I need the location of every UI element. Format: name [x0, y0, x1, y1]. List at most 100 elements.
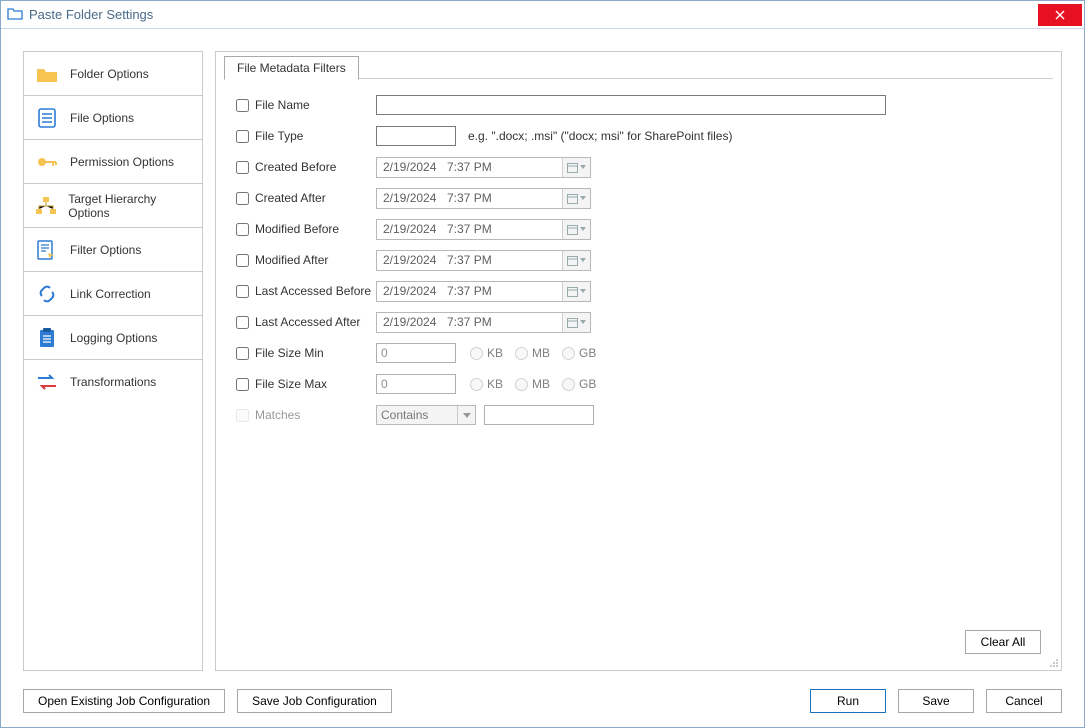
run-button[interactable]: Run	[810, 689, 886, 713]
created-before-checkbox[interactable]: Created Before	[236, 160, 376, 174]
folder-filled-icon	[34, 65, 60, 83]
file-type-checkbox[interactable]: File Type	[236, 129, 376, 143]
sidebar-item-label: Link Correction	[70, 287, 151, 301]
size-max-mb[interactable]: MB	[515, 377, 550, 391]
time-value: 7:37 PM	[447, 191, 562, 205]
last-accessed-before-checkbox[interactable]: Last Accessed Before	[236, 284, 376, 298]
resize-grip-icon[interactable]	[1047, 656, 1059, 668]
folder-icon	[7, 6, 23, 23]
last-accessed-after-label: Last Accessed After	[255, 315, 360, 329]
calendar-icon[interactable]	[562, 251, 590, 270]
calendar-icon[interactable]	[562, 313, 590, 332]
modified-after-checkbox[interactable]: Modified After	[236, 253, 376, 267]
file-type-input[interactable]	[376, 126, 456, 146]
document-icon	[34, 108, 60, 128]
created-before-check[interactable]	[236, 161, 249, 174]
size-min-mb[interactable]: MB	[515, 346, 550, 360]
size-max-gb[interactable]: GB	[562, 377, 596, 391]
created-after-datepicker[interactable]: 2/19/2024 7:37 PM	[376, 188, 591, 209]
sidebar-item-permission-options[interactable]: Permission Options	[24, 140, 202, 184]
created-after-check[interactable]	[236, 192, 249, 205]
size-max-kb[interactable]: KB	[470, 377, 503, 391]
last-accessed-after-check[interactable]	[236, 316, 249, 329]
sidebar-item-transformations[interactable]: Transformations	[24, 360, 202, 404]
file-size-max-checkbox[interactable]: File Size Max	[236, 377, 376, 391]
sidebar: Folder Options File Options Permission O…	[23, 51, 203, 671]
time-value: 7:37 PM	[447, 222, 562, 236]
radio-label: KB	[487, 377, 503, 391]
last-accessed-before-check[interactable]	[236, 285, 249, 298]
sidebar-item-file-options[interactable]: File Options	[24, 96, 202, 140]
matches-check	[236, 409, 249, 422]
close-button[interactable]	[1038, 4, 1082, 26]
sidebar-item-filter-options[interactable]: Filter Options	[24, 228, 202, 272]
time-value: 7:37 PM	[447, 253, 562, 267]
modified-before-checkbox[interactable]: Modified Before	[236, 222, 376, 236]
chevron-down-icon	[580, 165, 586, 169]
window-title: Paste Folder Settings	[29, 7, 153, 22]
open-existing-job-config-button[interactable]: Open Existing Job Configuration	[23, 689, 225, 713]
clipboard-icon	[34, 328, 60, 348]
sidebar-item-logging-options[interactable]: Logging Options	[24, 316, 202, 360]
last-accessed-before-label: Last Accessed Before	[255, 284, 371, 298]
sidebar-item-link-correction[interactable]: Link Correction	[24, 272, 202, 316]
tab-file-metadata-filters[interactable]: File Metadata Filters	[224, 56, 359, 80]
size-min-gb[interactable]: GB	[562, 346, 596, 360]
file-size-min-unit: KB MB GB	[470, 346, 596, 360]
size-min-kb[interactable]: KB	[470, 346, 503, 360]
date-value: 2/19/2024	[377, 160, 447, 174]
created-after-checkbox[interactable]: Created After	[236, 191, 376, 205]
file-type-label: File Type	[255, 129, 303, 143]
button-label: Open Existing Job Configuration	[38, 694, 210, 708]
save-job-config-button[interactable]: Save Job Configuration	[237, 689, 392, 713]
file-name-check[interactable]	[236, 99, 249, 112]
file-size-min-input[interactable]	[376, 343, 456, 363]
file-name-input[interactable]	[376, 95, 886, 115]
button-label: Save	[922, 694, 949, 708]
time-value: 7:37 PM	[447, 315, 562, 329]
last-accessed-after-checkbox[interactable]: Last Accessed After	[236, 315, 376, 329]
footer: Open Existing Job Configuration Save Job…	[1, 681, 1084, 727]
file-size-min-checkbox[interactable]: File Size Min	[236, 346, 376, 360]
sidebar-item-folder-options[interactable]: Folder Options	[24, 52, 202, 96]
date-value: 2/19/2024	[377, 191, 447, 205]
modified-after-label: Modified After	[255, 253, 328, 267]
modified-before-datepicker[interactable]: 2/19/2024 7:37 PM	[376, 219, 591, 240]
cancel-button[interactable]: Cancel	[986, 689, 1062, 713]
matches-mode-value: Contains	[381, 408, 428, 422]
modified-after-check[interactable]	[236, 254, 249, 267]
filters-form: File Name File Type e.g. ".docx; .msi" (…	[236, 92, 1041, 428]
file-size-min-check[interactable]	[236, 347, 249, 360]
sidebar-item-label: Logging Options	[70, 331, 157, 345]
button-label: Save Job Configuration	[252, 694, 377, 708]
clear-all-button[interactable]: Clear All	[965, 630, 1041, 654]
file-size-max-check[interactable]	[236, 378, 249, 391]
calendar-icon[interactable]	[562, 282, 590, 301]
time-value: 7:37 PM	[447, 284, 562, 298]
sidebar-item-label: Permission Options	[70, 155, 174, 169]
last-accessed-after-datepicker[interactable]: 2/19/2024 7:37 PM	[376, 312, 591, 333]
last-accessed-before-datepicker[interactable]: 2/19/2024 7:37 PM	[376, 281, 591, 302]
sidebar-item-label: File Options	[70, 111, 134, 125]
date-value: 2/19/2024	[377, 222, 447, 236]
calendar-icon[interactable]	[562, 158, 590, 177]
sidebar-item-label: Transformations	[70, 375, 156, 389]
matches-mode-select[interactable]: Contains	[376, 405, 476, 425]
chevron-down-icon	[457, 406, 475, 424]
calendar-icon[interactable]	[562, 220, 590, 239]
modified-after-datepicker[interactable]: 2/19/2024 7:37 PM	[376, 250, 591, 271]
matches-value-input[interactable]	[484, 405, 594, 425]
file-size-max-input[interactable]	[376, 374, 456, 394]
calendar-icon[interactable]	[562, 189, 590, 208]
modified-before-check[interactable]	[236, 223, 249, 236]
button-label: Run	[837, 694, 859, 708]
filter-document-icon	[34, 240, 60, 260]
created-before-datepicker[interactable]: 2/19/2024 7:37 PM	[376, 157, 591, 178]
file-type-check[interactable]	[236, 130, 249, 143]
file-name-label: File Name	[255, 98, 310, 112]
save-button[interactable]: Save	[898, 689, 974, 713]
file-name-checkbox[interactable]: File Name	[236, 98, 376, 112]
radio-label: GB	[579, 346, 596, 360]
sidebar-item-target-hierarchy-options[interactable]: Target Hierarchy Options	[24, 184, 202, 228]
sidebar-item-label: Target Hierarchy Options	[68, 192, 192, 220]
